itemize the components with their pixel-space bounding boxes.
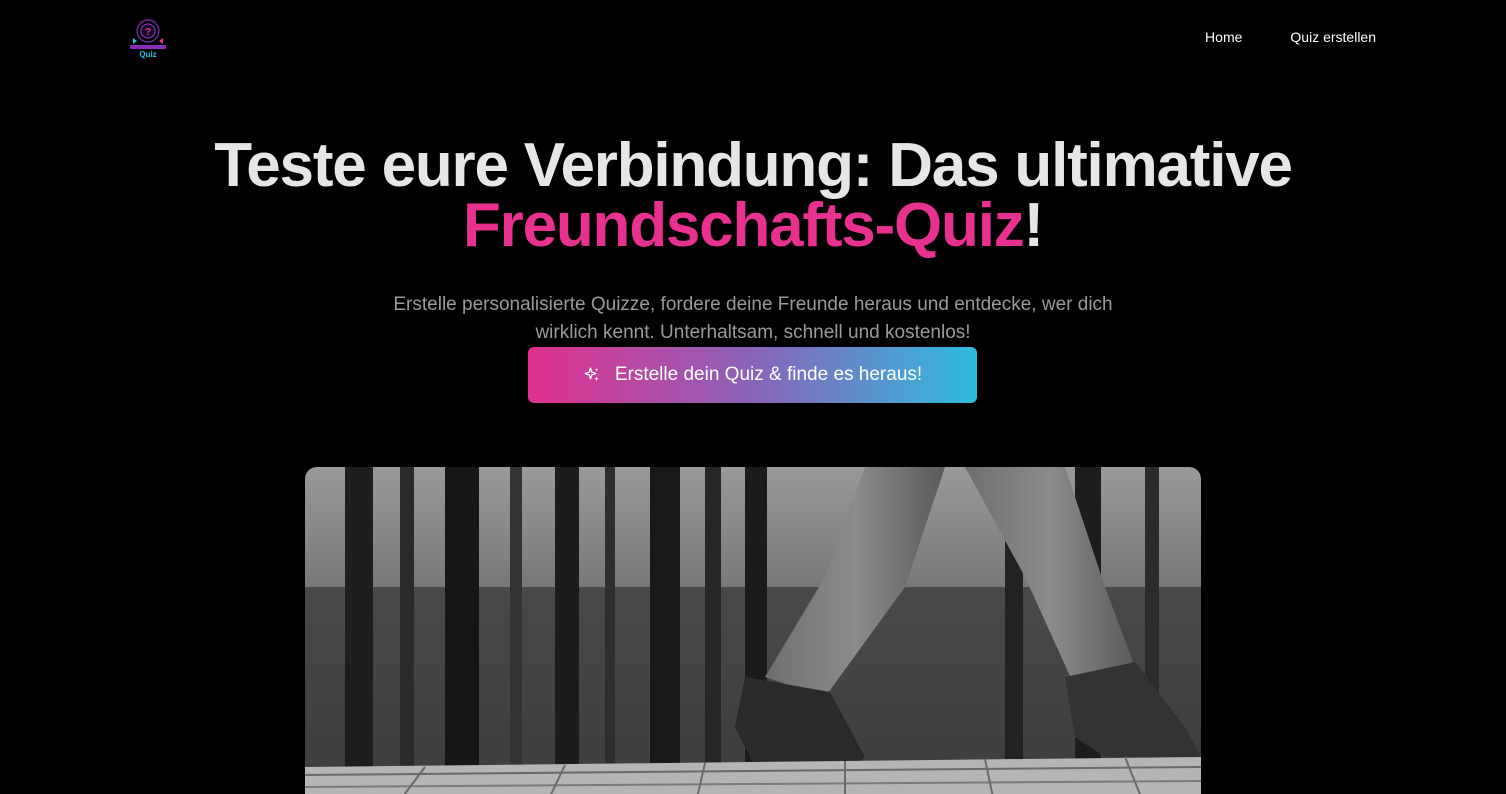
hero-title: Teste eure Verbindung: Das ultimative Fr… (0, 131, 1506, 257)
quiz-logo-icon: ? Quiz (130, 19, 166, 59)
hero-title-line2: Freundschafts-Quiz! (0, 195, 1506, 257)
top-nav: ? Quiz Home Quiz erstellen (0, 0, 1506, 74)
nav-links: Home Quiz erstellen (1205, 27, 1376, 47)
logo-text: Quiz (139, 50, 156, 59)
sparkles-icon (584, 367, 599, 381)
hero-subtitle: Erstelle personalisierte Quizze, fordere… (393, 294, 1113, 343)
hero-image (305, 467, 1201, 794)
site-logo[interactable]: ? Quiz (126, 14, 170, 60)
cta-label: Erstelle dein Quiz & finde es heraus! (614, 364, 923, 385)
create-quiz-cta-button[interactable]: Erstelle dein Quiz & finde es heraus! (528, 347, 977, 403)
forest-walk-photo (305, 467, 1201, 794)
hero-title-suffix: ! (1023, 191, 1045, 260)
svg-text:?: ? (145, 27, 151, 38)
hero-title-accent: Freundschafts-Quiz (462, 191, 1025, 260)
nav-home-link[interactable]: Home (1205, 27, 1242, 47)
nav-create-quiz-link[interactable]: Quiz erstellen (1290, 27, 1376, 47)
hero-title-line1: Teste eure Verbindung: Das ultimative (214, 131, 1293, 200)
landing-page: ? Quiz Home Quiz erstellen Teste eure Ve… (0, 0, 1506, 794)
